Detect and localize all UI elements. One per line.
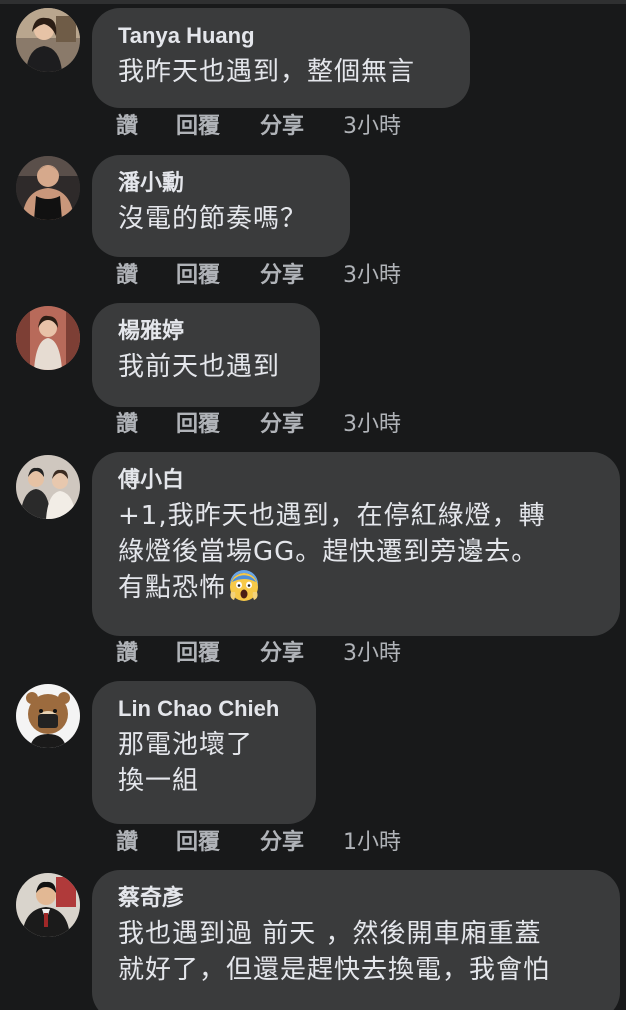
comment-bubble: 傅小白 +1,我昨天也遇到，在停紅綠燈，轉 綠燈後當場GG。趕快遷到旁邊去。 有…	[92, 452, 620, 636]
reply-button[interactable]: 回覆	[176, 261, 260, 291]
comment-text-line: 我前天也遇到	[118, 352, 281, 382]
comment-bubble: Tanya Huang 我昨天也遇到，整個無言	[92, 8, 470, 108]
top-divider	[0, 0, 626, 4]
avatar-photo-icon	[16, 684, 80, 748]
share-button[interactable]: 分享	[260, 828, 343, 858]
comment-author[interactable]: 蔡奇彥	[118, 884, 594, 912]
comment-text-line: 沒電的節奏嗎？	[118, 204, 308, 234]
comment-author[interactable]: 潘小勳	[118, 169, 324, 197]
avatar[interactable]	[16, 873, 80, 937]
avatar-photo-icon	[16, 873, 80, 937]
comment-actions: 讚回覆 分享 1小時	[116, 828, 401, 858]
comment-timestamp[interactable]: 1小時	[343, 828, 401, 858]
comment-author[interactable]: Lin Chao Chieh	[118, 695, 290, 723]
comment-bubble: 楊雅婷 我前天也遇到	[92, 303, 320, 407]
comment-timestamp[interactable]: 3小時	[343, 112, 401, 142]
avatar[interactable]	[16, 8, 80, 72]
avatar-photo-icon	[16, 8, 80, 72]
comment-bubble: Lin Chao Chieh 那電池壞了 換一組	[92, 681, 316, 824]
reply-button[interactable]: 回覆	[176, 112, 260, 142]
avatar[interactable]	[16, 455, 80, 519]
avatar-photo-icon	[16, 455, 80, 519]
reply-button[interactable]: 回覆	[176, 639, 260, 669]
share-button[interactable]: 分享	[260, 112, 343, 142]
comment-bubble: 蔡奇彥 我也遇到過 前天 ，然後開車廂重蓋 就好了，但還是趕快去換電，我會怕	[92, 870, 620, 1010]
like-button[interactable]: 讚	[116, 410, 176, 440]
comment-text: 沒電的節奏嗎？	[118, 201, 324, 237]
comment-text: 我昨天也遇到，整個無言	[118, 54, 444, 90]
avatar-photo-icon	[16, 306, 80, 370]
comment-text-line: 我昨天也遇到，整個無言	[118, 57, 416, 87]
comment-text: +1,我昨天也遇到，在停紅綠燈，轉 綠燈後當場GG。趕快遷到旁邊去。 有點恐怖	[118, 498, 594, 606]
reply-button[interactable]: 回覆	[176, 828, 260, 858]
comment-actions: 讚回覆 分享 3小時	[116, 639, 401, 669]
comment-author[interactable]: Tanya Huang	[118, 22, 444, 50]
avatar[interactable]	[16, 156, 80, 220]
comment-text-line: 那電池壞了	[118, 730, 254, 760]
avatar-photo-icon	[16, 156, 80, 220]
comment-text-line: 我也遇到過 前天 ，然後開車廂重蓋	[118, 919, 542, 949]
like-button[interactable]: 讚	[116, 112, 176, 142]
comment-text-line: 換一組	[118, 766, 200, 796]
comment-timestamp[interactable]: 3小時	[343, 410, 401, 440]
share-button[interactable]: 分享	[260, 410, 343, 440]
comment-actions: 讚回覆 分享 3小時	[116, 410, 401, 440]
comment-timestamp[interactable]: 3小時	[343, 261, 401, 291]
comment-text-line: +1,我昨天也遇到，在停紅綠燈，轉	[118, 501, 546, 531]
comment-text: 我前天也遇到	[118, 349, 294, 385]
comment-text: 那電池壞了 換一組	[118, 727, 290, 799]
reply-button[interactable]: 回覆	[176, 410, 260, 440]
comment-actions: 讚回覆 分享 3小時	[116, 112, 401, 142]
avatar[interactable]	[16, 684, 80, 748]
avatar[interactable]	[16, 306, 80, 370]
share-button[interactable]: 分享	[260, 261, 343, 291]
comment-text-line: 有點恐怖	[118, 570, 594, 606]
comment-author[interactable]: 傅小白	[118, 466, 594, 494]
comment-actions: 讚回覆 分享 3小時	[116, 261, 401, 291]
comment-timestamp[interactable]: 3小時	[343, 639, 401, 669]
screaming-face-emoji	[230, 570, 259, 601]
comment-text: 我也遇到過 前天 ，然後開車廂重蓋 就好了，但還是趕快去換電，我會怕	[118, 916, 594, 988]
like-button[interactable]: 讚	[116, 639, 176, 669]
comment-author[interactable]: 楊雅婷	[118, 317, 294, 345]
like-button[interactable]: 讚	[116, 828, 176, 858]
like-button[interactable]: 讚	[116, 261, 176, 291]
share-button[interactable]: 分享	[260, 639, 343, 669]
comment-bubble: 潘小勳 沒電的節奏嗎？	[92, 155, 350, 257]
comment-text-line: 綠燈後當場GG。趕快遷到旁邊去。	[118, 537, 539, 567]
comment-text-line: 就好了，但還是趕快去換電，我會怕	[118, 955, 551, 985]
